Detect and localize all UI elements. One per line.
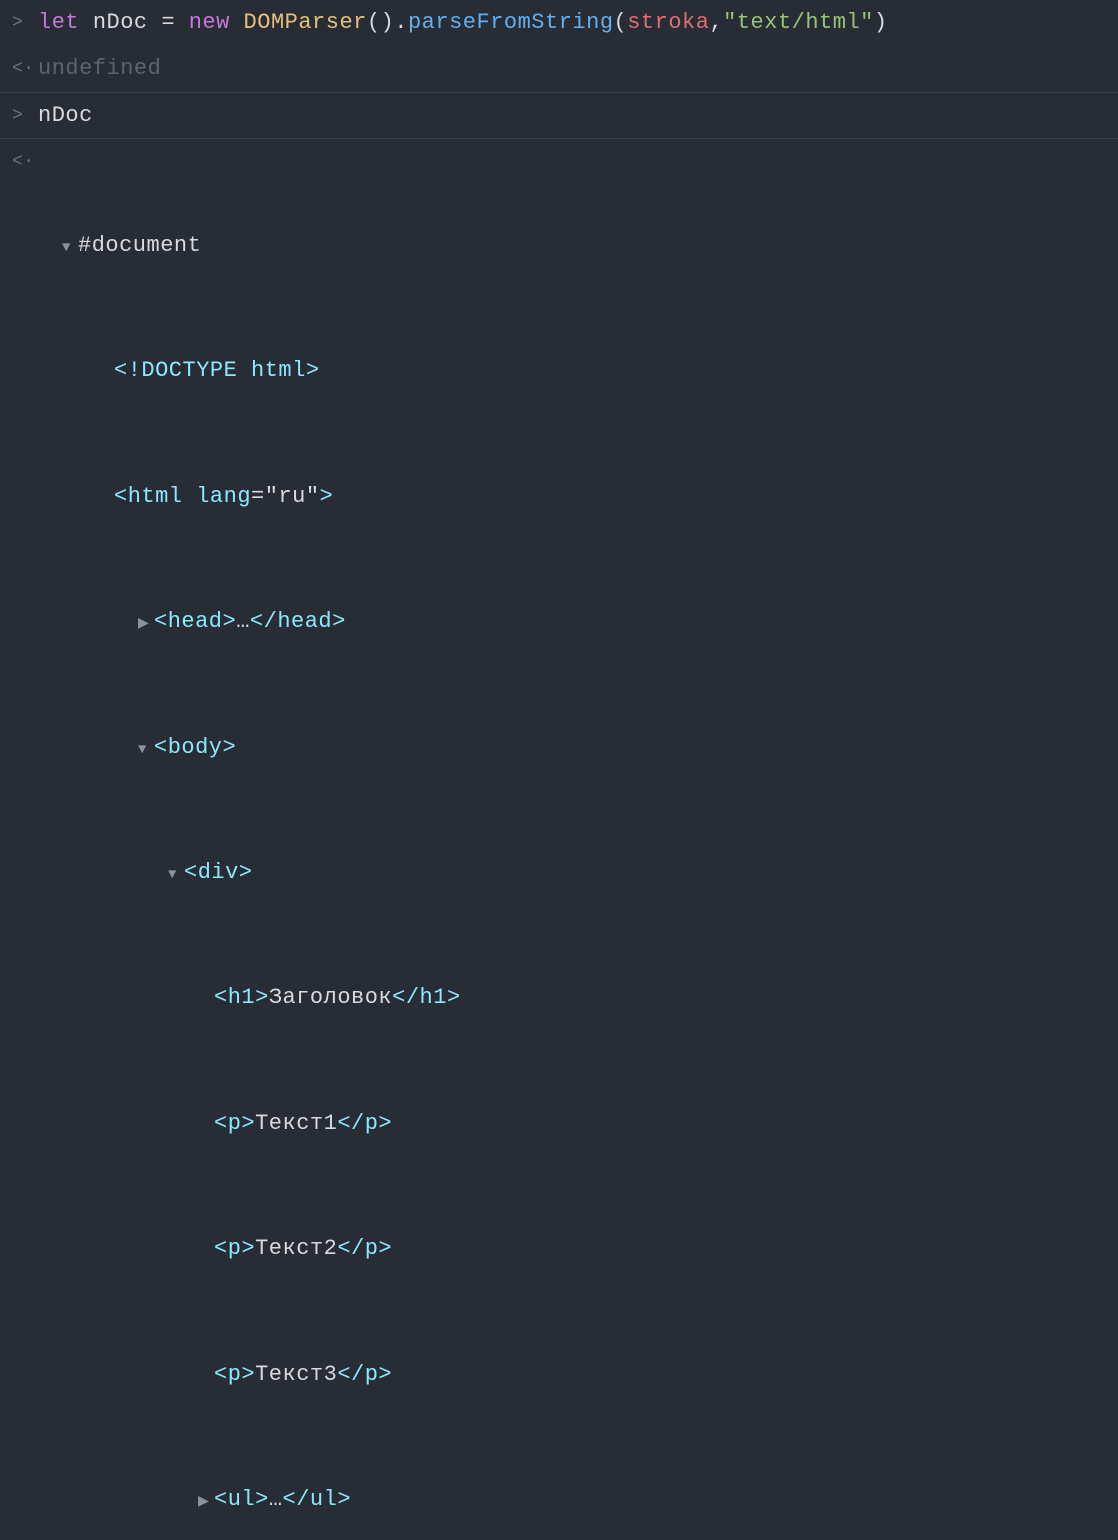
console-input-row-2[interactable]: > nDoc (0, 93, 1118, 140)
ul-open: <ul> (214, 1487, 269, 1512)
html-tag-open: <html (114, 484, 196, 509)
prompt-input-icon: > (12, 2, 38, 40)
class-domparser: DOMParser (244, 10, 367, 35)
prompt-input-icon: > (12, 95, 38, 133)
h1-open: <h1> (214, 985, 269, 1010)
tree-node-ul[interactable]: <ul>…</ul> (38, 1479, 1110, 1521)
identifier-ndoc: nDoc (93, 10, 148, 35)
comma: , (709, 10, 723, 35)
console-code-line: let nDoc = new DOMParser().parseFromStri… (38, 2, 1110, 44)
console-result-row-2: <· #document <!DOCTYPE html> <html lang=… (0, 139, 1118, 1540)
tree-node-doctype[interactable]: <!DOCTYPE html> (38, 350, 1110, 392)
method-parsefromstring: parseFromString (408, 10, 614, 35)
attr-val-ru: "ru" (265, 484, 320, 509)
dot: . (394, 10, 408, 35)
attr-eq: = (251, 484, 265, 509)
string-texthtml: "text/html" (723, 10, 874, 35)
head-close: </head> (250, 609, 346, 634)
keyword-let: let (38, 10, 79, 35)
console-result-undefined: undefined (38, 48, 1110, 90)
attr-lang: lang (196, 484, 251, 509)
ellipsis: … (236, 609, 250, 634)
parens: () (367, 10, 394, 35)
expand-toggle-icon[interactable] (138, 737, 154, 764)
console-code-line-2: nDoc (38, 95, 1110, 137)
tree-node-div-open[interactable]: <div> (38, 852, 1110, 894)
p-close: </p> (337, 1236, 392, 1261)
p-open: <p> (214, 1236, 255, 1261)
arg-stroka: stroka (627, 10, 709, 35)
paren-open: ( (614, 10, 628, 35)
p3-text: Текст3 (255, 1362, 337, 1387)
prompt-output-icon: <· (12, 141, 38, 179)
console-result-row-1: <· undefined (0, 46, 1118, 93)
p-close: </p> (337, 1362, 392, 1387)
expand-toggle-icon[interactable] (138, 611, 154, 638)
html-tag-open-end: > (320, 484, 334, 509)
h1-text: Заголовок (269, 985, 392, 1010)
keyword-new: new (189, 10, 230, 35)
p-open: <p> (214, 1362, 255, 1387)
expand-toggle-icon[interactable] (168, 862, 184, 889)
p-open: <p> (214, 1111, 255, 1136)
paren-close: ) (874, 10, 888, 35)
tree-node-html-open[interactable]: <html lang="ru"> (38, 476, 1110, 518)
expand-toggle-icon[interactable] (62, 235, 78, 262)
expand-toggle-icon[interactable] (198, 1489, 214, 1516)
console-input-row-1[interactable]: > let nDoc = new DOMParser().parseFromSt… (0, 0, 1118, 46)
tree-node-p1[interactable]: <p>Текст1</p> (38, 1103, 1110, 1145)
operator-assign: = (148, 10, 189, 35)
div-open: <div> (184, 860, 253, 885)
h1-close: </h1> (392, 985, 461, 1010)
p-close: </p> (337, 1111, 392, 1136)
identifier-ndoc-2: nDoc (38, 103, 93, 128)
tree-node-h1[interactable]: <h1>Заголовок</h1> (38, 977, 1110, 1019)
dom-tree: #document <!DOCTYPE html> <html lang="ru… (38, 141, 1110, 1540)
p1-text: Текст1 (255, 1111, 337, 1136)
undefined-text: undefined (38, 56, 161, 81)
prompt-output-icon: <· (12, 48, 38, 86)
doctype-open: <!DOCTYPE (114, 358, 251, 383)
body-open: <body> (154, 735, 236, 760)
tree-node-document[interactable]: #document (38, 225, 1110, 267)
p2-text: Текст2 (255, 1236, 337, 1261)
doctype-name: html (251, 358, 306, 383)
head-open: <head> (154, 609, 236, 634)
tree-node-p2[interactable]: <p>Текст2</p> (38, 1228, 1110, 1270)
ellipsis: … (269, 1487, 283, 1512)
tree-node-p3[interactable]: <p>Текст3</p> (38, 1354, 1110, 1396)
tree-node-body-open[interactable]: <body> (38, 727, 1110, 769)
document-label: #document (78, 233, 201, 258)
tree-node-head[interactable]: <head>…</head> (38, 601, 1110, 643)
ul-close: </ul> (283, 1487, 352, 1512)
doctype-close: > (306, 358, 320, 383)
